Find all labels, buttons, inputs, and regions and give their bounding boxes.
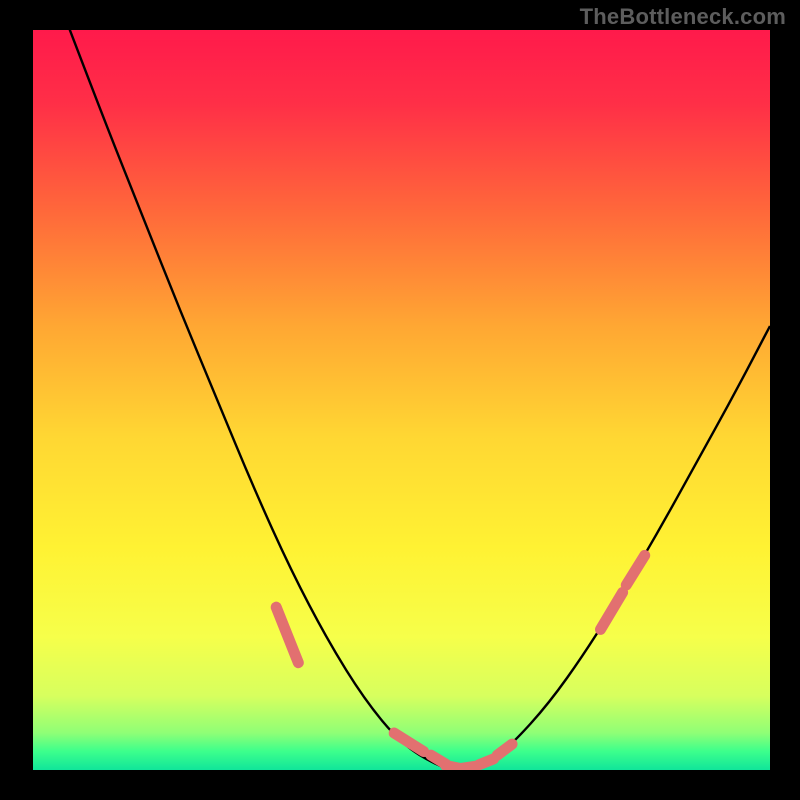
curve-marker — [460, 766, 475, 768]
curve-marker — [479, 759, 494, 765]
gradient-background — [33, 30, 770, 770]
chart-frame: { "watermark": "TheBottleneck.com", "col… — [0, 0, 800, 800]
bottleneck-chart — [0, 0, 800, 800]
